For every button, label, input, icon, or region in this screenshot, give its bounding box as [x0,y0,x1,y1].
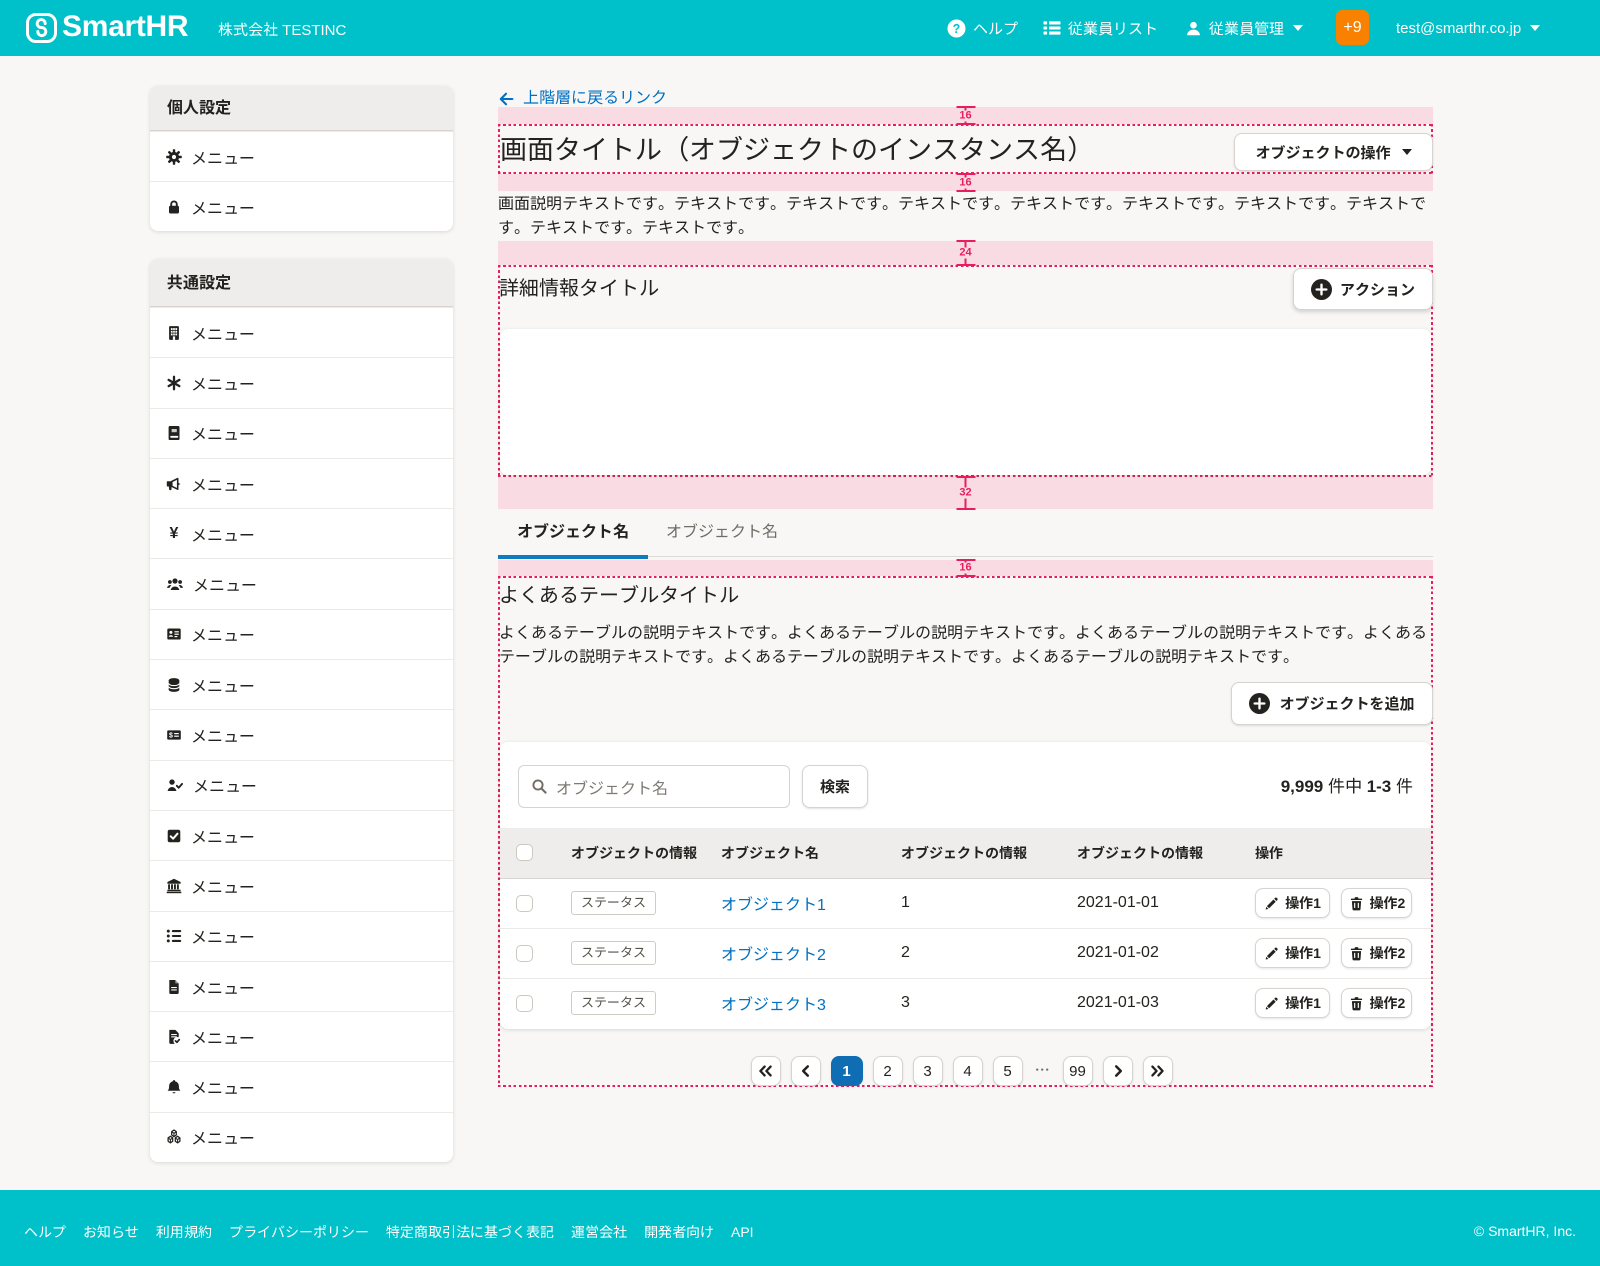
svg-text:$: $ [169,732,173,739]
